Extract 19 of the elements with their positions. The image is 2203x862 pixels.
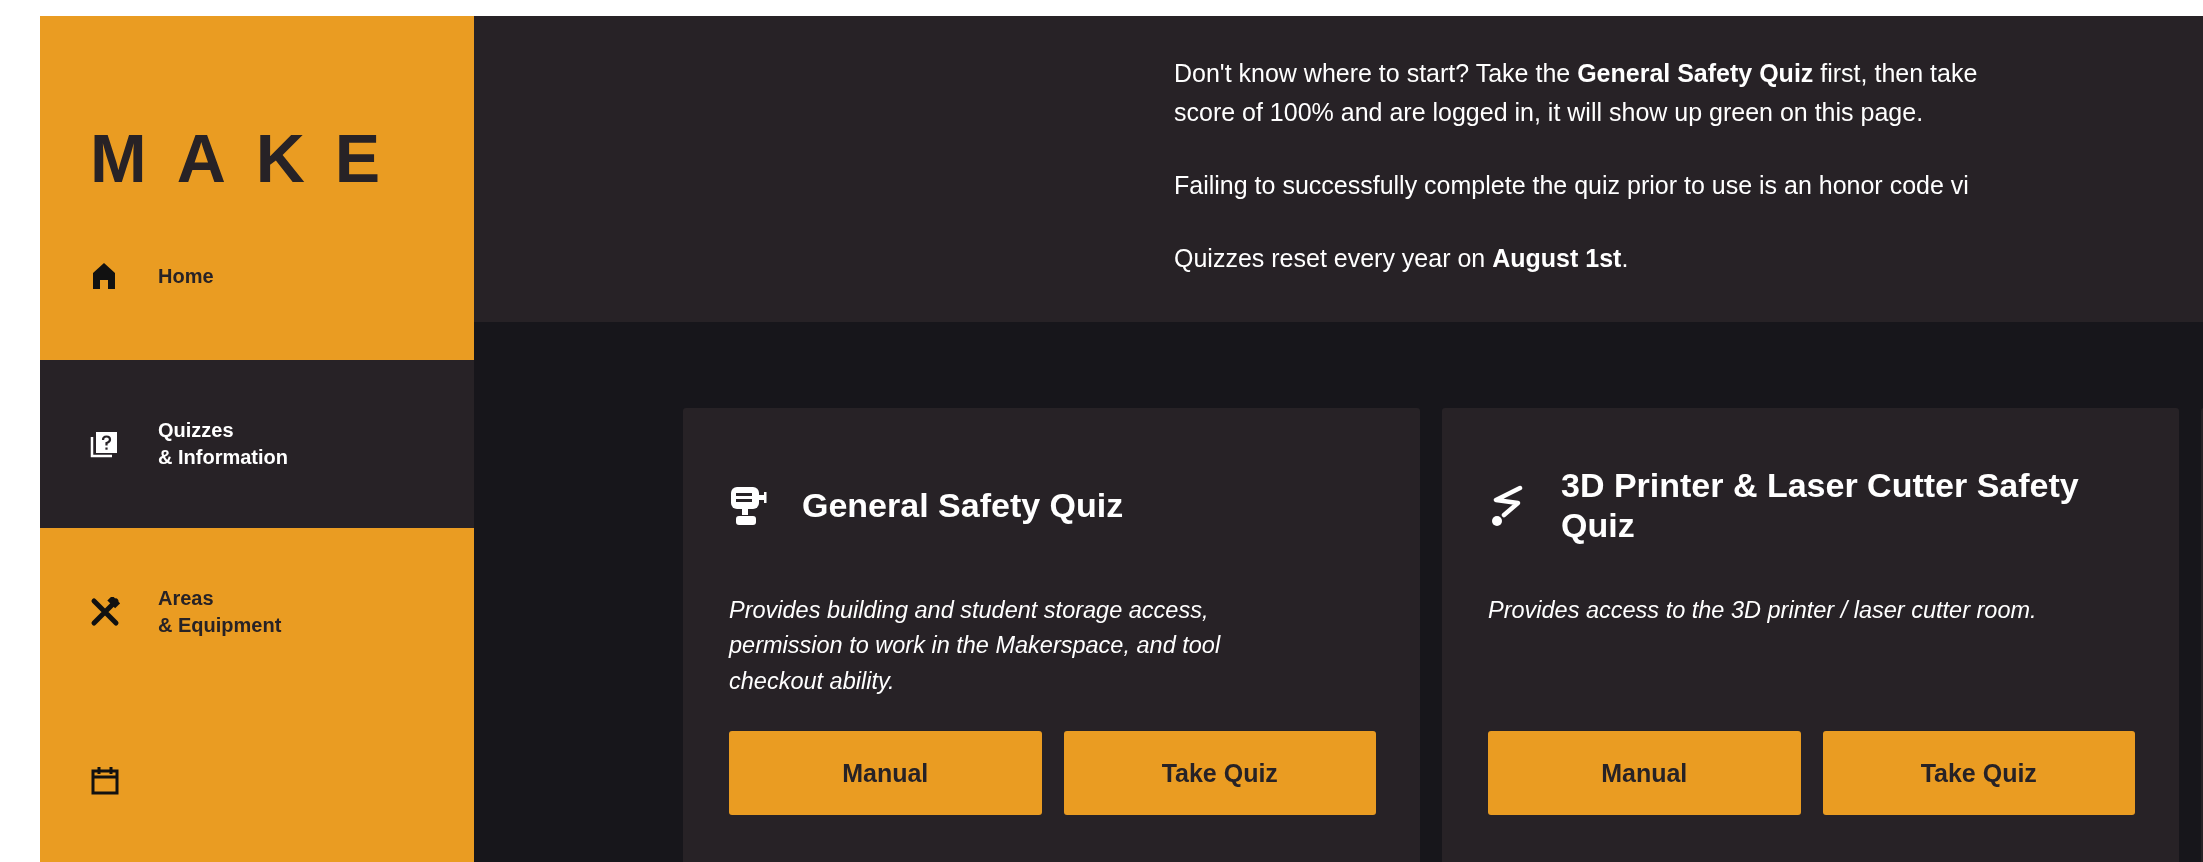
drill-icon xyxy=(729,484,769,527)
card-button[interactable]: Take Quiz xyxy=(1063,731,1376,815)
nav-item[interactable]: Home xyxy=(40,192,474,360)
question-card-icon xyxy=(90,429,120,459)
logo[interactable]: MAKE xyxy=(90,124,411,192)
calendar-icon xyxy=(90,765,120,795)
card-button[interactable]: Take Quiz xyxy=(1822,731,2135,815)
card-button[interactable]: Manual xyxy=(1488,731,1801,815)
card-title: General Safety Quiz xyxy=(802,485,1124,526)
intro-text: Don't know where to start? Take the General Safety Quiz first, then take score of 100% and are logged in, it will show up green on this page. xyxy=(1174,58,1979,128)
card-description: Provides access to the 3D printer / laser cutter room. xyxy=(1488,596,2038,625)
intro-text: Failing to successfully complete the quiz prior to use is an honor code vi xyxy=(1174,170,1970,201)
card-button[interactable]: Manual xyxy=(729,731,1042,815)
card-title: 3D Printer & Laser Cutter Safety Quiz xyxy=(1561,466,2080,545)
crossed-tools-icon xyxy=(90,597,120,627)
intro-text: Quizzes reset every year on August 1st. xyxy=(1174,243,1630,274)
card-description: Provides building and student storage access, permission to work in the Makerspace, and tool checkout ability. xyxy=(729,596,1222,696)
nav-item[interactable]: Areas & Equipment xyxy=(40,528,474,696)
nav-item[interactable]: Quizzes & Information xyxy=(40,360,474,528)
